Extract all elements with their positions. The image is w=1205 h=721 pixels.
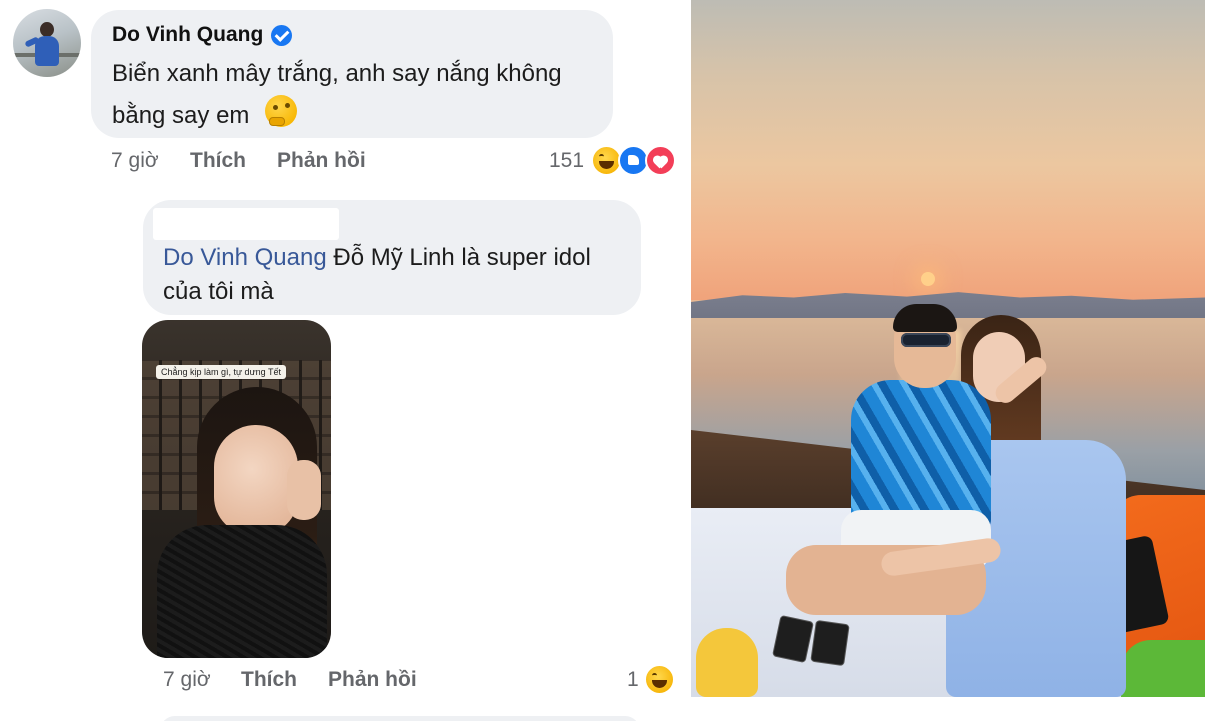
comment-timestamp[interactable]: 7 giờ [111, 149, 159, 173]
man-blue-shirt [851, 380, 991, 530]
photo-woman-face [214, 425, 298, 535]
sunset-sky [691, 0, 1205, 300]
reply-like-label: Thích [241, 668, 297, 691]
reply-text-block: Do Vinh Quang Đỗ Mỹ Linh là super idol c… [163, 241, 633, 309]
green-cushion [1121, 640, 1205, 697]
next-reply-bubble-partial [160, 716, 640, 721]
comment-author-row: Do Vinh Quang [112, 23, 293, 47]
photo-woman-sweater [157, 525, 327, 658]
reply-mention-link[interactable]: Do Vinh Quang [163, 244, 327, 271]
comment-text: Biển xanh mây trắng, anh say nắng không … [112, 60, 562, 129]
reply-like-button[interactable]: Thích [241, 668, 297, 692]
comment-thread: Do Vinh Quang Biển xanh mây trắng, anh s… [0, 0, 691, 721]
reply-bubble: Do Vinh Quang Đỗ Mỹ Linh là super idol c… [143, 200, 641, 315]
comment-reply-button[interactable]: Phản hồi [277, 149, 366, 173]
comment-reply-label: Phản hồi [277, 149, 366, 172]
man-hair [893, 304, 957, 332]
avatar-person-torso [35, 36, 59, 66]
avatar-person-head [40, 22, 54, 37]
photo-caption: Chẳng kịp làm gì, tự dưng Tết [156, 365, 286, 379]
verified-badge-icon [271, 24, 293, 46]
reply-attached-photo[interactable]: Chẳng kịp làm gì, tự dưng Tết [142, 320, 331, 658]
haha-reaction-icon[interactable] [644, 664, 675, 695]
redacted-author-name [153, 208, 339, 240]
sunset-couple-photo [691, 0, 1205, 697]
yellow-cushion [696, 628, 758, 697]
photo-woman-hand [287, 460, 321, 520]
avatar[interactable] [13, 9, 81, 77]
comment-like-button[interactable]: Thích [190, 149, 246, 173]
reply-reaction-count[interactable]: 1 [627, 668, 639, 692]
thinking-face-emoji-icon [265, 95, 297, 127]
reply-reply-label: Phản hồi [328, 668, 417, 691]
comment-like-label: Thích [190, 149, 246, 172]
comment-reaction-count[interactable]: 151 [549, 149, 584, 173]
sun [921, 272, 935, 286]
reply-timestamp[interactable]: 7 giờ [163, 668, 211, 692]
comment-author-name[interactable]: Do Vinh Quang [112, 23, 263, 47]
sunglasses [901, 333, 951, 347]
reply-reply-button[interactable]: Phản hồi [328, 668, 417, 692]
love-reaction-icon[interactable] [645, 145, 676, 176]
comment-bubble: Do Vinh Quang Biển xanh mây trắng, anh s… [91, 10, 613, 138]
phone-2 [810, 619, 850, 667]
